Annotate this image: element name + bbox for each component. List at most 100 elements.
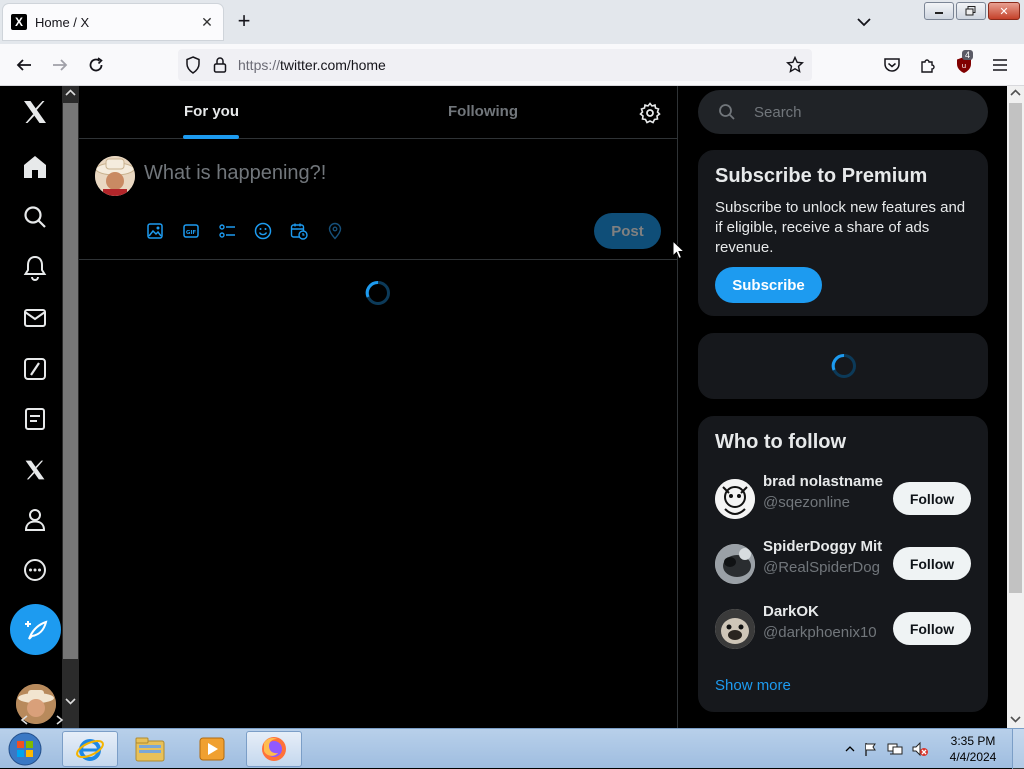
shield-icon[interactable]: [183, 55, 203, 75]
tab-close-icon[interactable]: ✕: [199, 14, 215, 30]
gif-icon[interactable]: GIF: [182, 222, 200, 240]
follow-suggestion-row[interactable]: brad nolastname @sqezonline Follow: [699, 467, 989, 532]
post-composer: What is happening?! GIF Post: [79, 140, 678, 260]
search-input[interactable]: Search: [698, 90, 988, 134]
schedule-icon[interactable]: [290, 222, 308, 240]
composer-avatar[interactable]: [95, 156, 135, 196]
mouse-cursor-icon: [672, 240, 686, 260]
folder-icon: [135, 737, 165, 762]
scroll-down-arrow-icon: [65, 698, 76, 705]
location-pin-icon[interactable]: [326, 222, 344, 240]
window-controls: ✕: [924, 2, 1020, 20]
follow-suggestion-row[interactable]: SpiderDoggy Mit @RealSpiderDog Follow: [699, 532, 989, 597]
x-logo-icon[interactable]: [17, 94, 53, 130]
taskbar-internet-explorer[interactable]: [62, 731, 118, 767]
messages-envelope-icon[interactable]: [17, 300, 53, 336]
pocket-icon[interactable]: [882, 55, 902, 75]
loading-spinner-icon: [831, 353, 856, 378]
start-button[interactable]: [4, 731, 46, 767]
tab-following[interactable]: Following: [448, 103, 518, 120]
user-display-name[interactable]: SpiderDoggy Mit: [763, 538, 883, 555]
lock-icon[interactable]: [210, 55, 230, 75]
page-scrollbar[interactable]: [1007, 86, 1024, 728]
timeline-settings-gear-icon[interactable]: [639, 102, 661, 124]
premium-description: Subscribe to unlock new features and if …: [715, 199, 966, 256]
url-text[interactable]: https://twitter.com/home: [238, 57, 386, 73]
navigation-toolbar: https://twitter.com/home u 4: [0, 44, 1024, 86]
scroll-down-arrow-icon: [1010, 716, 1021, 723]
follow-button[interactable]: Follow: [893, 482, 971, 515]
taskbar-firefox[interactable]: [246, 731, 302, 767]
who-to-follow-card: Who to follow brad nolastname @sqezonlin…: [698, 416, 988, 712]
show-more-link[interactable]: Show more: [715, 677, 791, 694]
forward-arrow-icon[interactable]: [50, 55, 70, 75]
composer-input[interactable]: What is happening?!: [144, 162, 326, 185]
home-icon[interactable]: [17, 149, 53, 185]
scrollbar-thumb[interactable]: [63, 103, 78, 659]
follow-button[interactable]: Follow: [893, 612, 971, 645]
poll-icon[interactable]: [218, 222, 236, 240]
taskbar-clock[interactable]: 3:35 PM 4/4/2024: [938, 733, 1008, 765]
lists-icon[interactable]: [17, 401, 53, 437]
network-icon[interactable]: [887, 741, 903, 757]
minimize-icon[interactable]: [924, 2, 954, 20]
extensions-puzzle-icon[interactable]: [918, 55, 938, 75]
follow-button[interactable]: Follow: [893, 547, 971, 580]
hamburger-menu-icon[interactable]: [990, 55, 1010, 75]
feather-plus-icon: [24, 619, 47, 640]
user-avatar[interactable]: [715, 609, 755, 649]
user-handle[interactable]: @darkphoenix10: [763, 624, 883, 641]
main-timeline: For you Following What is happening?! GI…: [79, 86, 678, 728]
taskbar-file-explorer[interactable]: [122, 731, 178, 767]
browser-tab-home[interactable]: X Home / X ✕: [3, 4, 223, 40]
tab-for-you[interactable]: For you: [184, 103, 239, 120]
scroll-up-arrow-icon: [65, 89, 76, 96]
close-window-icon[interactable]: ✕: [988, 2, 1020, 20]
new-tab-plus-icon[interactable]: +: [234, 10, 254, 32]
profile-person-icon[interactable]: [17, 502, 53, 538]
user-display-name[interactable]: DarkOK: [763, 603, 883, 620]
timeline-tabs: For you Following: [79, 86, 678, 139]
show-desktop-button[interactable]: [1012, 729, 1024, 769]
volume-muted-icon[interactable]: [911, 741, 929, 757]
user-handle[interactable]: @sqezonline: [763, 494, 883, 511]
subscribe-button[interactable]: Subscribe: [715, 267, 822, 303]
restore-icon[interactable]: [956, 2, 986, 20]
left-column-scrollbar[interactable]: [20, 86, 79, 728]
media-player-icon: [199, 737, 225, 761]
explore-search-icon[interactable]: [17, 199, 53, 235]
internet-explorer-icon: [76, 739, 104, 761]
grok-icon[interactable]: [17, 351, 53, 387]
extension-badge-count: 4: [962, 50, 974, 60]
premium-x-icon[interactable]: [17, 452, 53, 488]
notifications-bell-icon[interactable]: [17, 250, 53, 286]
address-bar[interactable]: https://twitter.com/home: [178, 49, 812, 81]
chevron-down-icon[interactable]: [854, 12, 874, 32]
user-display-name[interactable]: brad nolastname: [763, 473, 883, 490]
post-button[interactable]: Post: [594, 213, 661, 249]
emoji-icon[interactable]: [254, 222, 272, 240]
action-center-flag-icon[interactable]: [863, 741, 879, 757]
user-avatar[interactable]: [715, 544, 755, 584]
bookmark-star-icon[interactable]: [785, 55, 805, 75]
svg-text:u: u: [962, 62, 966, 70]
more-options-icon[interactable]: [17, 552, 53, 588]
clock-time: 3:35 PM: [950, 734, 996, 748]
media-image-icon[interactable]: [146, 222, 164, 240]
user-handle[interactable]: @RealSpiderDog: [763, 559, 883, 576]
search-placeholder: Search: [754, 104, 802, 121]
scrollbar-thumb[interactable]: [1009, 103, 1022, 593]
x-favicon-icon: X: [11, 14, 27, 30]
reload-icon[interactable]: [86, 55, 106, 75]
scroll-up-arrow-icon: [1010, 89, 1021, 96]
user-avatar[interactable]: [715, 479, 755, 519]
system-tray: [845, 741, 929, 757]
left-navigation: [0, 86, 62, 728]
tab-title: Home / X: [35, 14, 90, 30]
back-arrow-icon[interactable]: [14, 55, 34, 75]
right-sidebar: Search Subscribe to Premium Subscribe to…: [698, 86, 988, 728]
tray-expand-icon[interactable]: [845, 744, 855, 754]
taskbar-media-player[interactable]: [184, 731, 240, 767]
follow-suggestion-row[interactable]: DarkOK @darkphoenix10 Follow: [699, 597, 989, 662]
compose-post-button[interactable]: [10, 604, 61, 655]
